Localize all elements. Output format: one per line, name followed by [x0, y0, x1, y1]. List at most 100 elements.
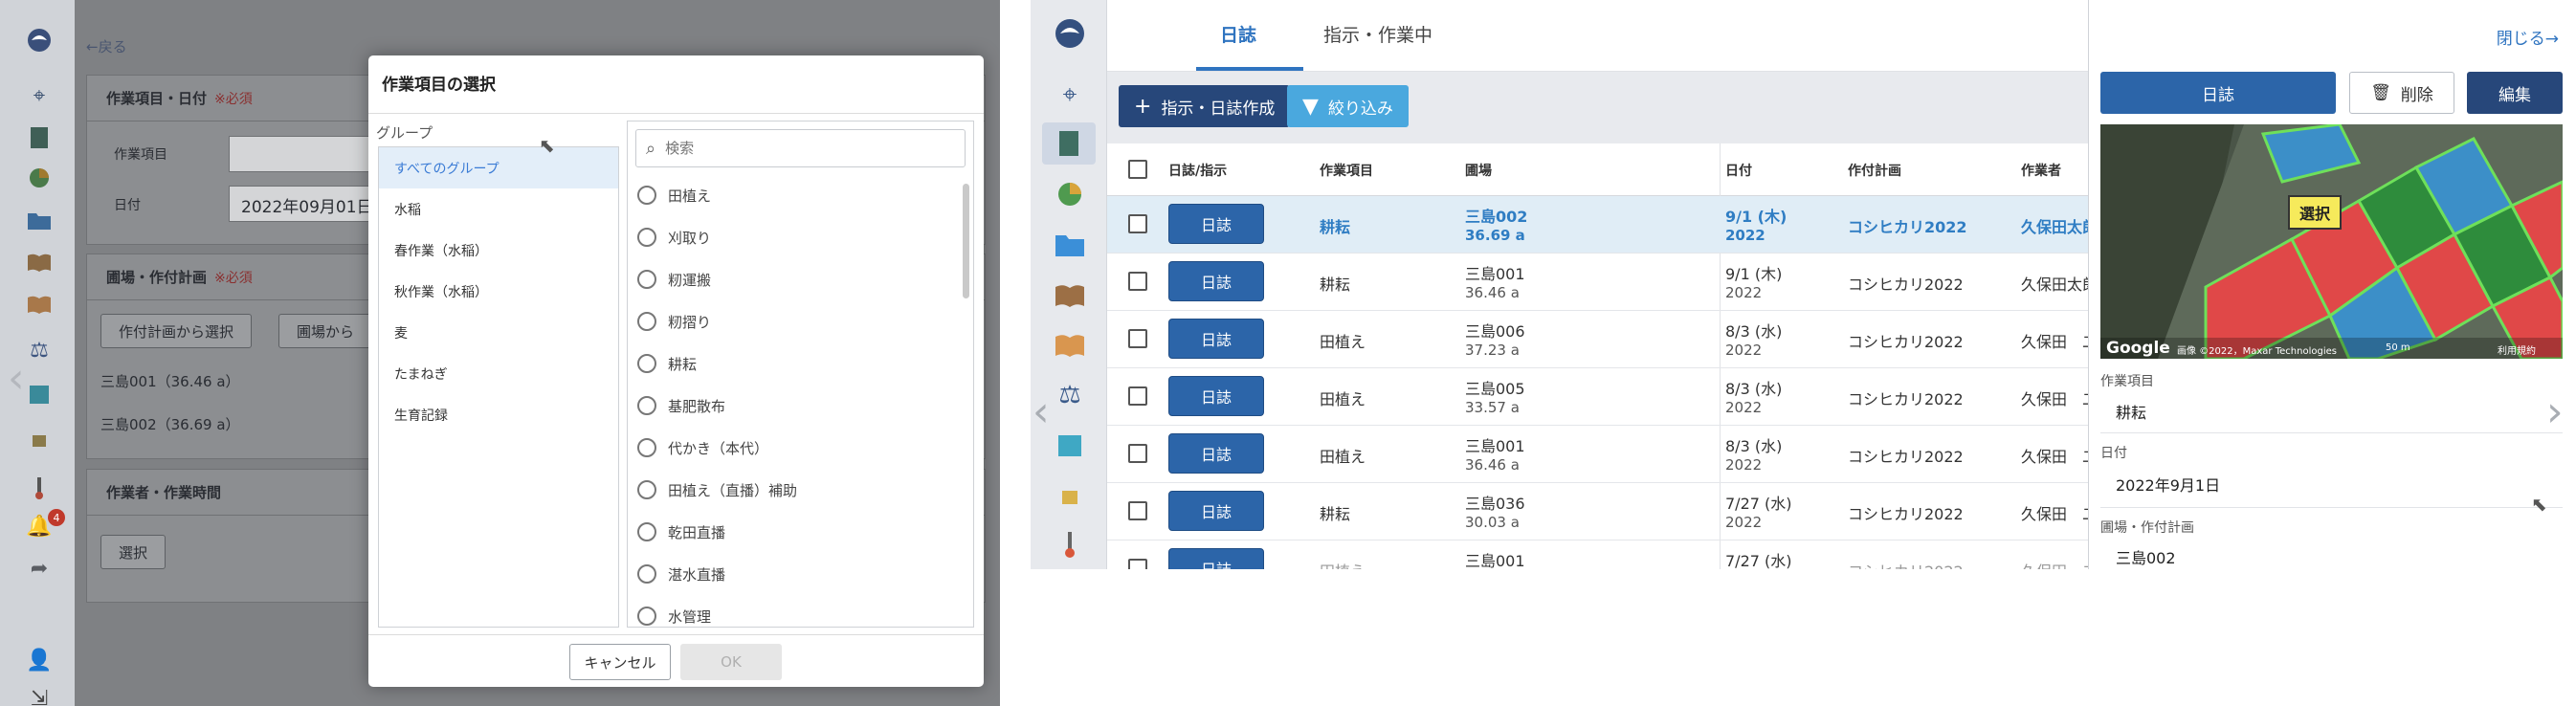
edit-button[interactable]: 編集 [2467, 72, 2563, 114]
diary-button[interactable]: 日誌 [1168, 548, 1264, 569]
radio-button[interactable] [637, 312, 656, 331]
column-header[interactable]: 作業者 [2021, 161, 2061, 180]
row-checkbox[interactable] [1128, 329, 1147, 348]
back-link[interactable]: ←戻る [86, 36, 127, 56]
scale-icon[interactable]: ⚖ [1054, 379, 1086, 411]
book-icon[interactable] [1042, 122, 1096, 165]
map-pin-icon[interactable]: ⌖ [26, 82, 53, 109]
calendar-icon[interactable] [26, 381, 53, 408]
delete-button[interactable]: 🗑 削除 [2349, 72, 2454, 114]
filter-button[interactable]: ▼ 絞り込み [1287, 85, 1409, 127]
ok-button[interactable]: OK [680, 644, 782, 680]
radio-button[interactable] [637, 186, 656, 205]
chevron-left-icon[interactable]: ‹ [8, 354, 25, 403]
group-item[interactable]: たまねぎ [379, 353, 618, 394]
logo-icon[interactable] [1054, 17, 1086, 50]
folder-icon[interactable] [1054, 228, 1086, 260]
radio-button[interactable] [637, 354, 656, 373]
column-header[interactable]: 作業項目 [1320, 161, 1373, 180]
group-item[interactable]: 秋作業（水稲） [379, 271, 618, 312]
table-row[interactable]: 日誌 田植え 三島006 37.23 a 8/3 (水) 2022 コシヒカリ2… [1107, 311, 2160, 368]
diary-button[interactable]: 日誌 [1168, 319, 1264, 359]
radio-button[interactable] [637, 522, 656, 541]
radio-button[interactable] [637, 396, 656, 415]
cancel-button[interactable]: キャンセル [569, 644, 671, 680]
radio-button[interactable] [637, 607, 656, 626]
reading-book-icon[interactable] [1054, 279, 1086, 312]
group-item[interactable]: 生育記録 [379, 394, 618, 435]
table-row[interactable]: 日誌 耕耘 三島002 36.69 a 9/1 (木) 2022 コシヒカリ20… [1107, 196, 2160, 254]
column-header[interactable]: 日誌/指示 [1168, 161, 1227, 180]
list-item[interactable]: 湛水直播 [628, 553, 963, 595]
diary-button[interactable]: 日誌 [1168, 491, 1264, 531]
list-item[interactable]: 田植え [628, 174, 963, 216]
diary-button[interactable]: 日誌 [1168, 204, 1264, 244]
map-terms-link[interactable]: 利用規約 [2498, 342, 2536, 357]
row-checkbox[interactable] [1128, 214, 1147, 233]
thermometer-icon[interactable] [1054, 528, 1086, 561]
row-checkbox[interactable] [1128, 444, 1147, 463]
list-item[interactable]: 代かき（本代） [628, 427, 963, 469]
list-item[interactable]: 刈取り [628, 216, 963, 258]
table-row[interactable]: 日誌 田植え 三島001 7/27 (水) コシヒカリ2022 久保田 二郎 [1107, 541, 2160, 569]
open-book-icon[interactable] [26, 291, 53, 318]
tab-diary[interactable]: 日誌 [1220, 21, 1256, 47]
group-item[interactable]: 水稲 [379, 188, 618, 230]
diary-button[interactable]: 日誌 [1168, 376, 1264, 416]
list-item[interactable]: 基肥散布 [628, 385, 963, 427]
radio-button[interactable] [637, 480, 656, 499]
radio-button[interactable] [637, 564, 656, 584]
tools-icon[interactable] [26, 425, 53, 452]
group-item-all[interactable]: すべてのグループ [379, 147, 618, 188]
table-row[interactable]: 日誌 田植え 三島001 36.46 a 8/3 (水) 2022 コシヒカリ2… [1107, 426, 2160, 483]
table-row[interactable]: 日誌 耕耘 三島036 30.03 a 7/27 (水) 2022 コシヒカリ2… [1107, 483, 2160, 541]
group-item[interactable]: 麦 [379, 312, 618, 353]
list-item[interactable]: 耕耘 [628, 342, 963, 385]
row-checkbox[interactable] [1128, 501, 1147, 520]
field-map[interactable]: 選択 Google 画像 ©2022，Maxar Technologies 50… [2100, 124, 2563, 359]
diary-button[interactable]: 日誌 [1168, 433, 1264, 474]
thermometer-icon[interactable] [26, 474, 53, 501]
select-from-plan-button[interactable]: 作付計画から選択 [100, 314, 253, 348]
chevron-left-icon[interactable]: ‹ [1033, 387, 1050, 436]
folder-icon[interactable] [26, 207, 53, 233]
map-marker-label[interactable]: 選択 [2288, 195, 2343, 230]
diary-button[interactable]: 日誌 [2100, 72, 2336, 114]
pie-chart-icon[interactable] [26, 165, 53, 191]
calendar-icon[interactable] [1054, 429, 1086, 461]
radio-button[interactable] [637, 438, 656, 457]
share-arrow-icon[interactable]: ➦ [26, 555, 53, 582]
row-checkbox[interactable] [1128, 386, 1147, 406]
tools-icon[interactable] [1054, 478, 1086, 511]
book-icon[interactable] [26, 124, 53, 151]
pie-chart-icon[interactable] [1054, 178, 1086, 210]
column-header[interactable]: 日付 [1725, 161, 1752, 180]
reading-book-icon[interactable] [26, 249, 53, 276]
select-all-checkbox[interactable] [1128, 160, 1147, 179]
column-header[interactable]: 圃場 [1465, 161, 1492, 180]
user-icon[interactable]: 👤 [26, 647, 53, 673]
chevron-right-icon[interactable]: › [2546, 387, 2564, 436]
list-item[interactable]: 籾運搬 [628, 258, 963, 300]
tab-instructions[interactable]: 指示・作業中 [1323, 21, 1432, 47]
create-diary-button[interactable]: + 指示・日誌作成 [1119, 85, 1291, 127]
list-item[interactable]: 水管理 [628, 595, 963, 637]
row-checkbox[interactable] [1128, 559, 1147, 569]
list-item[interactable]: 乾田直播 [628, 511, 963, 553]
list-item[interactable]: 田植え（直播）補助 [628, 469, 963, 511]
list-item[interactable]: 籾摺り [628, 300, 963, 342]
map-pin-icon[interactable]: ⌖ [1054, 78, 1086, 111]
search-input[interactable] [665, 140, 934, 157]
diary-button[interactable]: 日誌 [1168, 261, 1264, 301]
select-from-field-button[interactable]: 圃場から [278, 314, 374, 348]
row-checkbox[interactable] [1128, 272, 1147, 291]
scale-icon[interactable]: ⚖ [26, 337, 53, 364]
close-link[interactable]: 閉じる→ [2497, 25, 2559, 49]
column-header[interactable]: 作付計画 [1848, 161, 1901, 180]
select-worker-button[interactable]: 選択 [100, 535, 167, 569]
logo-icon[interactable] [26, 27, 53, 54]
logout-icon[interactable]: ⇲ [26, 685, 53, 706]
radio-button[interactable] [637, 270, 656, 289]
scrollbar[interactable] [963, 184, 969, 298]
table-row[interactable]: 日誌 田植え 三島005 33.57 a 8/3 (水) 2022 コシヒカリ2… [1107, 368, 2160, 426]
